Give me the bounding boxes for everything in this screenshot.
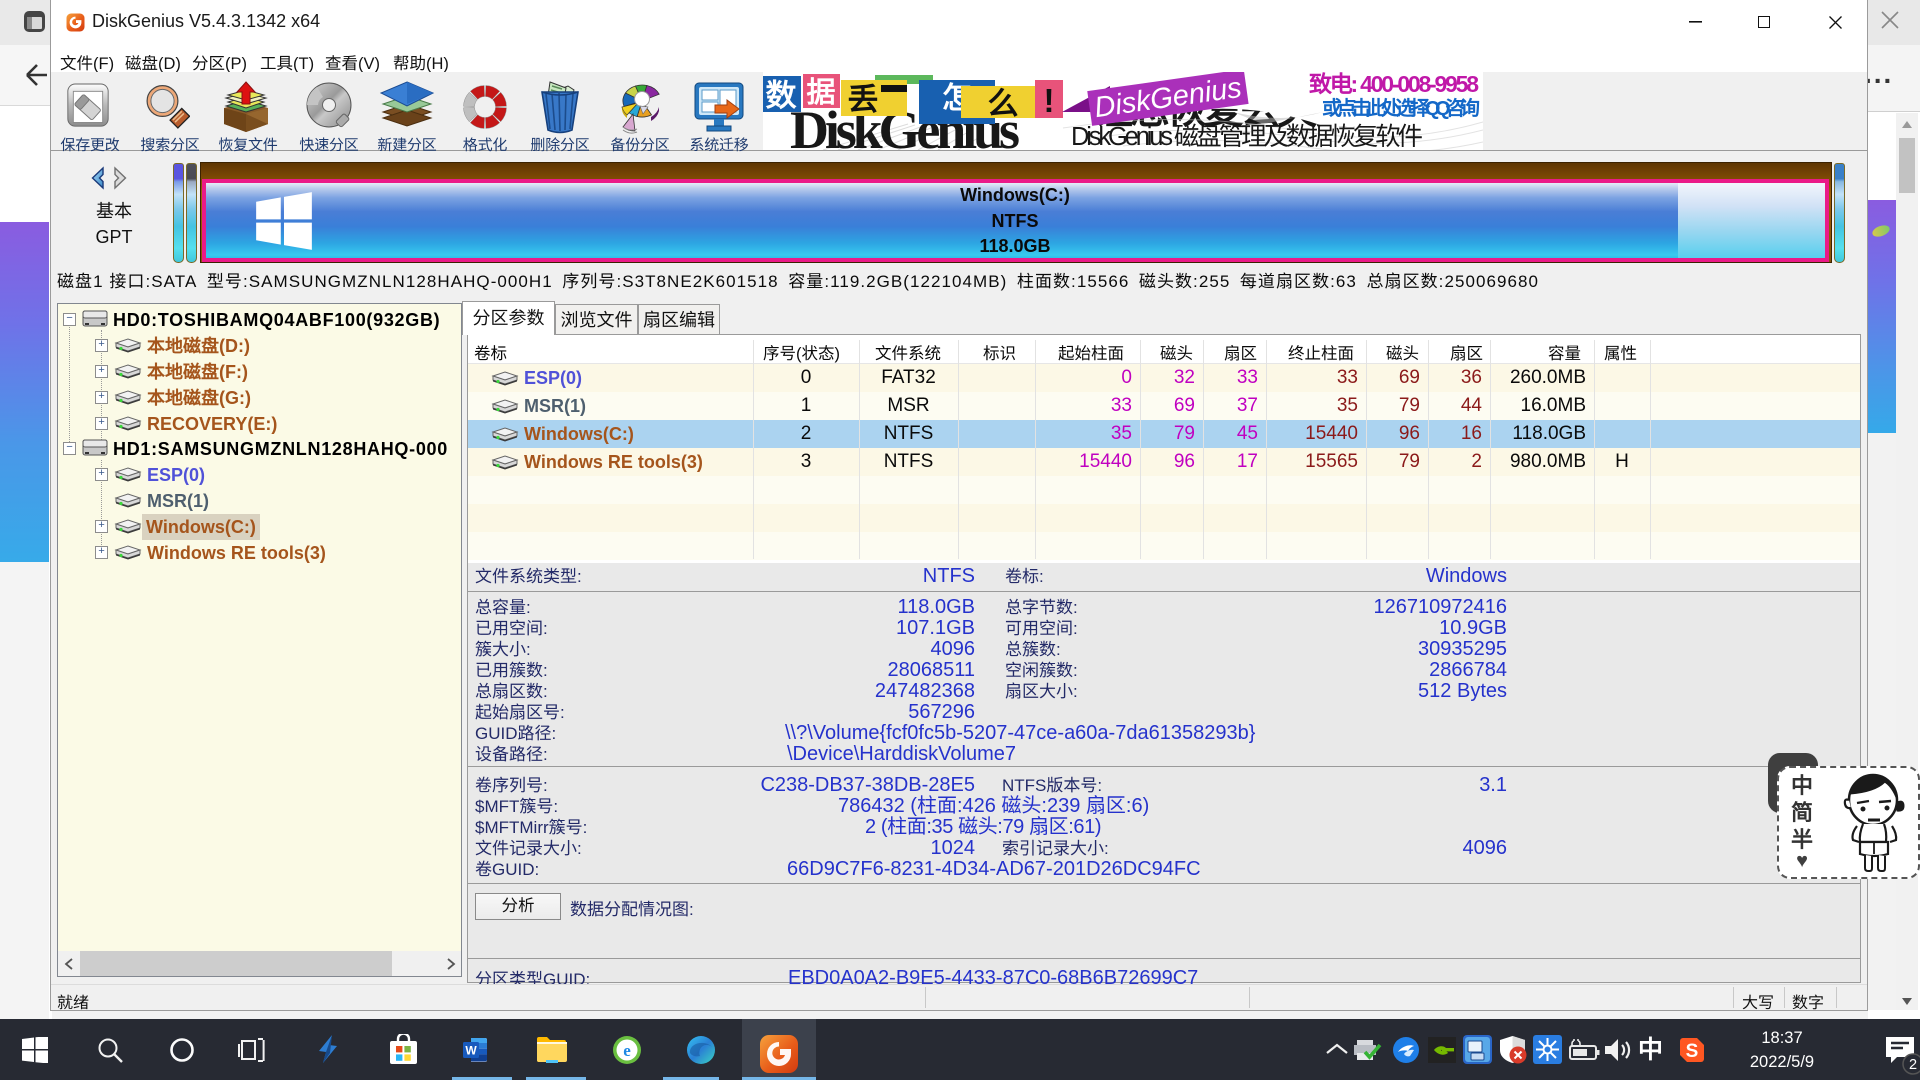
svg-text:DiskGenius 磁盘管理及数据恢复软件: DiskGenius 磁盘管理及数据恢复软件 [1071, 123, 1423, 150]
svg-text:据: 据 [806, 77, 835, 109]
svg-text:丢: 丢 [848, 82, 879, 117]
svg-text:S: S [1686, 1041, 1699, 1062]
svg-text:W: W [465, 1044, 477, 1058]
svg-text:数: 数 [766, 78, 798, 113]
svg-text:或点击此处选择QQ咨询: 或点击此处选择QQ咨询 [1322, 97, 1480, 120]
svg-text:么: 么 [988, 86, 1019, 121]
svg-text:2: 2 [1909, 1057, 1917, 1073]
svg-text:致电: 400-008-9958: 致电: 400-008-9958 [1309, 72, 1479, 97]
svg-text:!: ! [1044, 82, 1055, 119]
svg-text:e: e [623, 1041, 631, 1060]
